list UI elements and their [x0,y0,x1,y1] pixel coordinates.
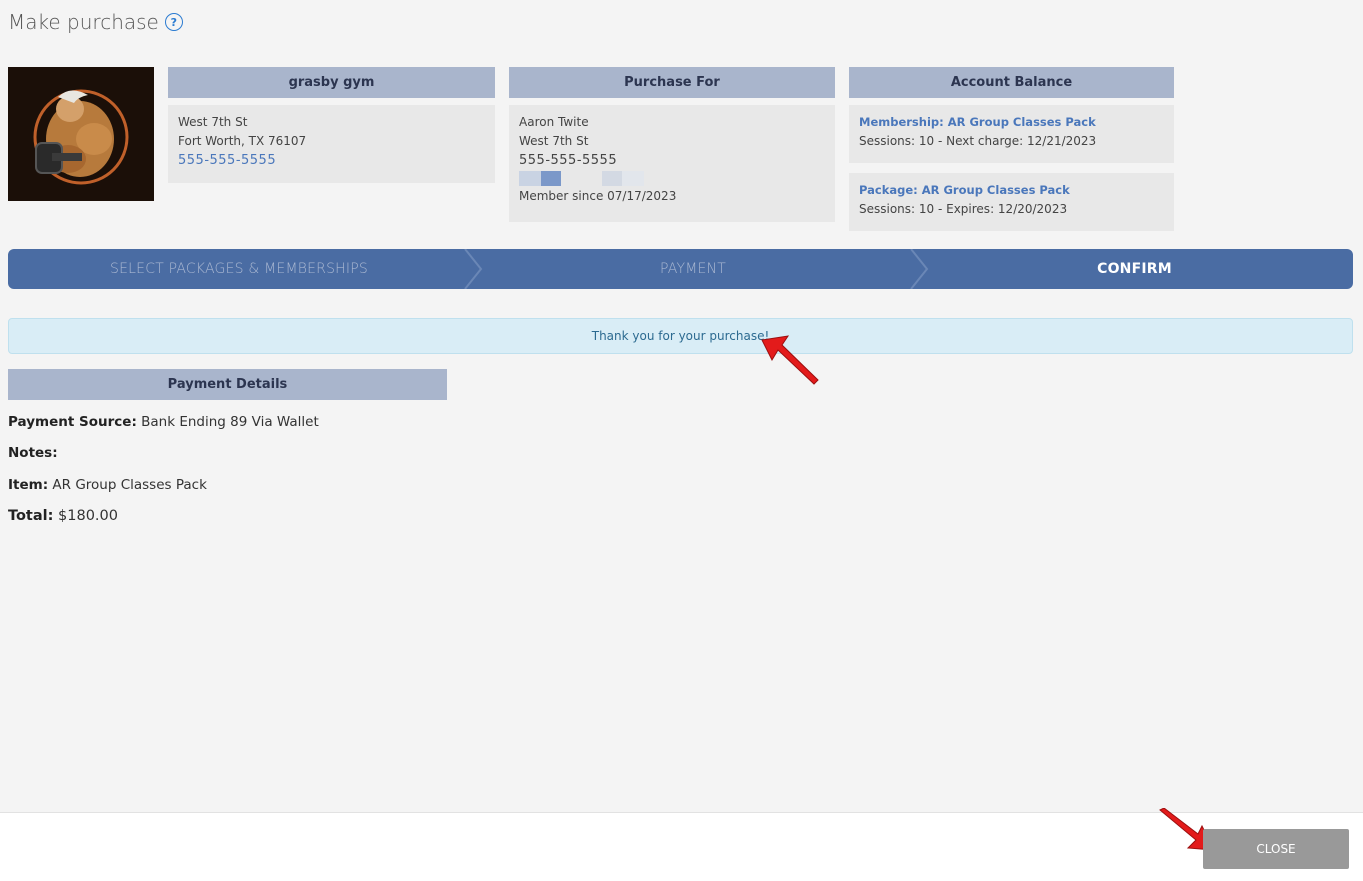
notes-row: Notes: [8,445,58,461]
package-detail: Sessions: 10 - Expires: 12/20/2023 [859,202,1068,216]
membership-balance-box: Membership: AR Group Classes Pack Sessio… [849,105,1174,163]
total-row: Total: $180.00 [8,508,118,524]
membership-detail: Sessions: 10 - Next charge: 12/21/2023 [859,134,1097,148]
total-value: $180.00 [58,508,118,524]
step-payment[interactable]: PAYMENT [470,249,916,289]
checkout-steps: SELECT PACKAGES & MEMBERSHIPS PAYMENT CO… [8,249,1353,289]
item-label: Item: [8,477,49,493]
gym-card-header: grasby gym [168,67,495,98]
annotation-arrow-icon [761,335,819,385]
notes-label: Notes: [8,445,58,461]
item-value: AR Group Classes Pack [52,477,207,493]
success-message: Thank you for your purchase! [591,329,770,343]
success-alert: Thank you for your purchase! [8,318,1353,354]
purchase-for-header: Purchase For [509,67,835,98]
page-title: Make purchase [8,10,159,34]
total-label: Total: [8,508,54,524]
redacted-info [519,170,825,187]
package-title-link[interactable]: Package: AR Group Classes Pack [859,181,1164,200]
purchase-for-body: Aaron Twite West 7th St 555-555-5555 Mem… [509,105,835,222]
gym-card-body: West 7th St Fort Worth, TX 76107 555-555… [168,105,495,183]
payment-source-value: Bank Ending 89 Via Wallet [141,414,319,430]
member-since: Member since 07/17/2023 [519,189,677,203]
close-button[interactable]: CLOSE [1203,829,1349,869]
member-address: West 7th St [519,134,589,148]
gym-phone-link[interactable]: 555-555-5555 [178,151,485,170]
account-balance-header: Account Balance [849,67,1174,98]
member-name: Aaron Twite [519,115,589,129]
step-confirm[interactable]: CONFIRM [916,249,1353,289]
help-icon[interactable]: ? [164,13,183,31]
payment-source-row: Payment Source: Bank Ending 89 Via Walle… [8,414,319,430]
step-select-packages[interactable]: SELECT PACKAGES & MEMBERSHIPS [8,249,470,289]
package-balance-box: Package: AR Group Classes Pack Sessions:… [849,173,1174,231]
item-row: Item: AR Group Classes Pack [8,477,207,493]
payment-details-header: Payment Details [8,369,447,400]
gym-address-line1: West 7th St [178,115,248,129]
gym-logo [8,67,154,201]
membership-title-link[interactable]: Membership: AR Group Classes Pack [859,113,1164,132]
member-phone: 555-555-5555 [519,153,618,168]
gym-address-line2: Fort Worth, TX 76107 [178,134,307,148]
page-title-row: Make purchase ? [8,10,183,34]
payment-source-label: Payment Source: [8,414,137,430]
